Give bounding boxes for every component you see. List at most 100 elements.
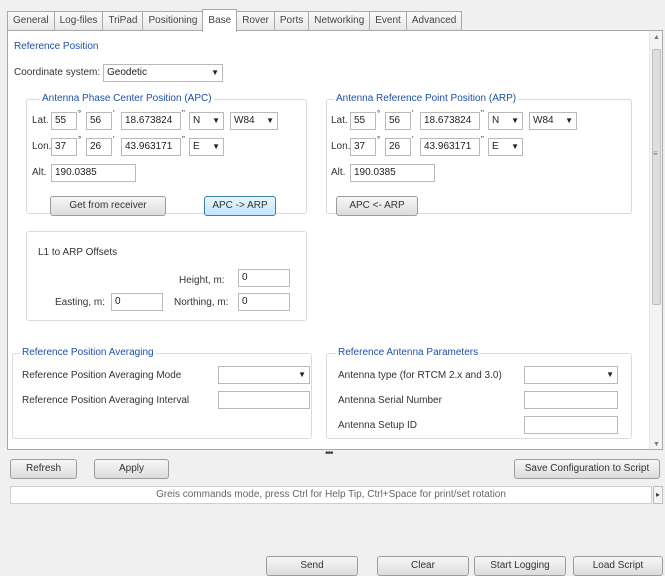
- arp-datum-select[interactable]: W84 ▼: [529, 112, 577, 130]
- antenna-serial-label: Antenna Serial Number: [338, 395, 442, 406]
- apc-lon-sec-input[interactable]: 43.963171: [121, 138, 181, 156]
- console-output[interactable]: [10, 508, 662, 548]
- apply-button[interactable]: Apply: [94, 459, 169, 479]
- apc-title: Antenna Phase Center Position (APC): [40, 93, 214, 104]
- apc-lat-deg-input[interactable]: 55: [51, 112, 77, 130]
- save-configuration-button[interactable]: Save Configuration to Script: [514, 459, 660, 479]
- tab-base[interactable]: Base: [202, 9, 238, 32]
- chevron-down-icon: ▼: [211, 68, 219, 77]
- northing-input[interactable]: 0: [238, 293, 290, 311]
- antenna-params-title: Reference Antenna Parameters: [336, 347, 481, 358]
- apc-lat-sec-input[interactable]: 18.673824: [121, 112, 181, 130]
- arp-lat-sec-input[interactable]: 18.673824: [420, 112, 480, 130]
- history-dropdown[interactable]: ▸: [653, 486, 663, 504]
- minute-icon: ': [412, 109, 414, 118]
- minute-icon: ': [113, 135, 115, 144]
- degree-icon: °: [78, 109, 82, 118]
- arp-lat-hemisphere-select[interactable]: N ▼: [488, 112, 523, 130]
- minute-icon: ': [113, 109, 115, 118]
- antenna-setup-id-input[interactable]: [524, 416, 618, 434]
- arp-lon-hemisphere-value: E: [492, 141, 499, 152]
- apc-lon-min-input[interactable]: 26: [86, 138, 112, 156]
- apc-alt-input[interactable]: 190.0385: [51, 164, 136, 182]
- averaging-title: Reference Position Averaging: [20, 347, 156, 358]
- apc-lat-hemisphere-select[interactable]: N ▼: [189, 112, 224, 130]
- scrollbar-thumb[interactable]: [652, 49, 661, 305]
- chevron-down-icon: ▼: [212, 116, 220, 125]
- degree-icon: °: [377, 135, 381, 144]
- second-icon: ": [182, 109, 185, 118]
- load-script-button[interactable]: Load Script: [573, 556, 663, 576]
- start-logging-button[interactable]: Start Logging: [474, 556, 566, 576]
- arp-lon-hemisphere-select[interactable]: E ▼: [488, 138, 523, 156]
- tab-event[interactable]: Event: [369, 11, 406, 31]
- arp-lon-deg-input[interactable]: 37: [350, 138, 376, 156]
- command-input[interactable]: Greis commands mode, press Ctrl for Help…: [10, 486, 652, 504]
- height-label: Height, m:: [179, 275, 225, 286]
- scroll-down-icon[interactable]: ▼: [653, 441, 660, 448]
- chevron-down-icon: ▼: [511, 116, 519, 125]
- arp-title: Antenna Reference Point Position (ARP): [334, 93, 519, 104]
- antenna-setup-id-label: Antenna Setup ID: [338, 420, 417, 431]
- arp-alt-input[interactable]: 190.0385: [350, 164, 435, 182]
- apc-to-arp-button[interactable]: APC -> ARP: [204, 196, 276, 216]
- send-button[interactable]: Send: [266, 556, 358, 576]
- coordinate-system-label: Coordinate system:: [14, 67, 101, 78]
- antenna-type-select[interactable]: ▼: [524, 366, 618, 384]
- tab-networking[interactable]: Networking: [308, 11, 370, 31]
- antenna-serial-input[interactable]: [524, 391, 618, 409]
- northing-label: Northing, m:: [174, 297, 229, 308]
- easting-input[interactable]: 0: [111, 293, 163, 311]
- coordinate-system-select[interactable]: Geodetic ▼: [103, 64, 223, 82]
- tab-rover[interactable]: Rover: [237, 11, 274, 31]
- apc-datum-select[interactable]: W84 ▼: [230, 112, 278, 130]
- apc-lat-hemisphere-value: N: [193, 115, 201, 126]
- grip-icon: ≡: [653, 149, 658, 158]
- chevron-down-icon: ▼: [212, 142, 220, 151]
- panel-scrollbar[interactable]: ▲ ≡ ▼: [649, 31, 662, 449]
- arp-lat-hemisphere-value: N: [492, 115, 500, 126]
- tab-advanced[interactable]: Advanced: [405, 11, 463, 31]
- apc-lon-hemisphere-select[interactable]: E ▼: [189, 138, 224, 156]
- second-icon: ": [481, 135, 484, 144]
- chevron-down-icon: ▼: [606, 370, 614, 379]
- splitter-grip-icon[interactable]: •••: [325, 449, 333, 459]
- arp-lon-sec-input[interactable]: 43.963171: [420, 138, 480, 156]
- chevron-down-icon: ▼: [298, 370, 306, 379]
- averaging-mode-select[interactable]: ▼: [218, 366, 310, 384]
- arp-lat-label: Lat.: [331, 115, 348, 126]
- antenna-type-label: Antenna type (for RTCM 2.x and 3.0): [338, 370, 502, 381]
- tab-general[interactable]: General: [7, 11, 54, 31]
- apc-lon-deg-input[interactable]: 37: [51, 138, 77, 156]
- apc-lon-hemisphere-value: E: [193, 141, 200, 152]
- arp-alt-label: Alt.: [331, 167, 346, 178]
- apc-datum-value: W84: [234, 115, 255, 126]
- chevron-right-icon: ▸: [655, 490, 660, 499]
- averaging-interval-input[interactable]: [218, 391, 310, 409]
- clear-button[interactable]: Clear: [377, 556, 469, 576]
- chevron-down-icon: ▼: [266, 116, 274, 125]
- tab-tripad[interactable]: TriPad: [102, 11, 143, 31]
- degree-icon: °: [377, 109, 381, 118]
- scroll-up-icon[interactable]: ▲: [653, 34, 660, 41]
- arp-to-apc-button[interactable]: APC <- ARP: [336, 196, 418, 216]
- second-icon: ": [481, 109, 484, 118]
- coordinate-system-value: Geodetic: [107, 67, 148, 78]
- tab-positioning[interactable]: Positioning: [142, 11, 203, 31]
- arp-lat-deg-input[interactable]: 55: [350, 112, 376, 130]
- apc-lat-min-input[interactable]: 56: [86, 112, 112, 130]
- arp-lon-min-input[interactable]: 26: [385, 138, 411, 156]
- get-from-receiver-button[interactable]: Get from receiver: [50, 196, 166, 216]
- second-icon: ": [182, 135, 185, 144]
- height-input[interactable]: 0: [238, 269, 290, 287]
- refresh-button[interactable]: Refresh: [10, 459, 77, 479]
- apc-lon-label: Lon.: [32, 141, 52, 152]
- arp-lat-min-input[interactable]: 56: [385, 112, 411, 130]
- easting-label: Easting, m:: [55, 297, 106, 308]
- tab-bar: General Log-files TriPad Positioning Bas…: [7, 9, 463, 32]
- tab-ports[interactable]: Ports: [273, 11, 309, 31]
- tab-log-files[interactable]: Log-files: [53, 11, 103, 31]
- offsets-title: L1 to ARP Offsets: [38, 247, 118, 258]
- arp-lon-label: Lon.: [331, 141, 351, 152]
- apc-lat-label: Lat.: [32, 115, 49, 126]
